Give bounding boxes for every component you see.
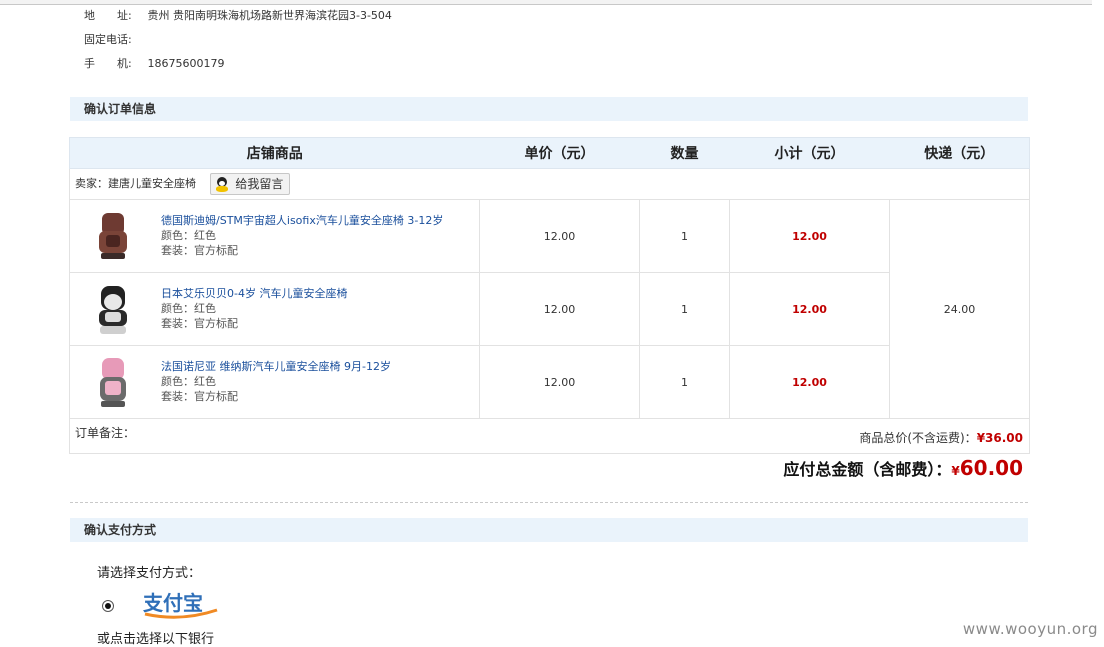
product-color: 颜色：红色 xyxy=(161,302,216,315)
table-row: 日本艾乐贝贝0-4岁 汽车儿童安全座椅 颜色：红色 套装：官方标配 12.00 … xyxy=(69,272,1030,346)
product-package: 套装：官方标配 xyxy=(161,244,238,257)
unit-price: 12.00 xyxy=(479,345,640,419)
remark-cell: 订单备注： 商品总价(不含运费)：¥36.00 xyxy=(69,418,1030,454)
alipay-logo-text: 支付宝 xyxy=(143,591,203,615)
subtotal: 12.00 xyxy=(729,199,890,273)
product-color: 颜色：红色 xyxy=(161,229,216,242)
product-cell: 法国诺尼亚 维纳斯汽车儿童安全座椅 9月-12岁 颜色：红色 套装：官方标配 xyxy=(69,345,480,419)
quantity: 1 xyxy=(639,199,730,273)
seller-name: 卖家：建唐儿童安全座椅 xyxy=(75,177,196,190)
section-divider xyxy=(70,502,1028,503)
product-cell: 德国斯迪姆/STM宇宙超人isofix汽车儿童安全座椅 3-12岁 颜色：红色 … xyxy=(69,199,480,273)
address-label: 地 址: xyxy=(84,9,132,22)
bank-prompt: 或点击选择以下银行 xyxy=(97,632,215,647)
order-table: 店铺商品 单价（元） 数量 小计（元） 快递（元） 卖家：建唐儿童安全座椅 给我… xyxy=(69,137,1030,454)
order-table-header: 店铺商品 单价（元） 数量 小计（元） 快递（元） xyxy=(69,137,1030,169)
product-thumbnail-image[interactable] xyxy=(93,282,133,338)
seller-row: 卖家：建唐儿童安全座椅 给我留言 xyxy=(69,168,1030,200)
product-link[interactable]: 日本艾乐贝贝0-4岁 汽车儿童安全座椅 xyxy=(161,287,347,300)
subtotal: 12.00 xyxy=(729,345,890,419)
unit-price: 12.00 xyxy=(479,272,640,346)
grand-total-value: 60.00 xyxy=(959,456,1023,480)
mobile-label: 手 机: xyxy=(84,57,132,70)
goods-total-value: ¥36.00 xyxy=(976,431,1023,445)
subtotal: 12.00 xyxy=(729,272,890,346)
product-thumbnail-image[interactable] xyxy=(93,355,133,411)
product-cell: 日本艾乐贝贝0-4岁 汽车儿童安全座椅 颜色：红色 套装：官方标配 xyxy=(69,272,480,346)
order-section-header: 确认订单信息 xyxy=(70,97,1028,121)
payment-prompt: 请选择支付方式： xyxy=(97,566,202,581)
mobile-value: 18675600179 xyxy=(147,57,225,70)
phone-row: 固定电话: xyxy=(84,28,392,52)
product-link[interactable]: 德国斯迪姆/STM宇宙超人isofix汽车儿童安全座椅 3-12岁 xyxy=(161,214,443,227)
alipay-radio[interactable] xyxy=(102,600,114,612)
col-header-goods: 店铺商品 xyxy=(69,137,480,169)
col-header-qty: 数量 xyxy=(639,137,730,169)
grand-total-label: 应付总金额（含邮费）： xyxy=(783,460,952,479)
col-header-price: 单价（元） xyxy=(479,137,640,169)
product-package: 套装：官方标配 xyxy=(161,317,238,330)
watermark: www.wooyun.org xyxy=(962,620,1098,638)
phone-label: 固定电话: xyxy=(84,33,132,46)
shipping-fee: 24.00 xyxy=(889,199,1030,419)
quantity: 1 xyxy=(639,272,730,346)
grand-total: 应付总金额（含邮费）：¥60.00 xyxy=(783,456,1023,480)
mobile-row: 手 机: 18675600179 xyxy=(84,52,392,76)
unit-price: 12.00 xyxy=(479,199,640,273)
address-value: 贵州 贵阳南明珠海机场路新世界海滨花园3-3-504 xyxy=(147,9,392,22)
product-link[interactable]: 法国诺尼亚 维纳斯汽车儿童安全座椅 9月-12岁 xyxy=(161,360,391,373)
address-row: 地 址: 贵州 贵阳南明珠海机场路新世界海滨花园3-3-504 xyxy=(84,4,392,28)
shipping-address-block: 地 址: 贵州 贵阳南明珠海机场路新世界海滨花园3-3-504 固定电话: 手 … xyxy=(84,4,392,76)
product-thumbnail-image[interactable] xyxy=(93,209,133,265)
grand-total-currency: ¥ xyxy=(951,464,960,478)
goods-total: 商品总价(不含运费)：¥36.00 xyxy=(859,429,1023,446)
payment-section-header: 确认支付方式 xyxy=(70,518,1028,542)
leave-message-label: 给我留言 xyxy=(235,177,284,191)
col-header-subtotal: 小计（元） xyxy=(729,137,890,169)
seller-cell: 卖家：建唐儿童安全座椅 给我留言 xyxy=(69,168,1030,200)
table-row: 德国斯迪姆/STM宇宙超人isofix汽车儿童安全座椅 3-12岁 颜色：红色 … xyxy=(69,199,1030,419)
order-section-title: 确认订单信息 xyxy=(84,102,157,116)
goods-total-label: 商品总价(不含运费)： xyxy=(859,431,977,445)
quantity: 1 xyxy=(639,345,730,419)
alipay-logo[interactable]: 支付宝 xyxy=(141,588,221,620)
table-row: 法国诺尼亚 维纳斯汽车儿童安全座椅 9月-12岁 颜色：红色 套装：官方标配 1… xyxy=(69,345,1030,419)
leave-message-button[interactable]: 给我留言 xyxy=(209,173,291,195)
qq-icon xyxy=(215,176,229,193)
product-package: 套装：官方标配 xyxy=(161,390,238,403)
product-color: 颜色：红色 xyxy=(161,375,216,388)
col-header-shipping: 快递（元） xyxy=(889,137,1030,169)
payment-section-title: 确认支付方式 xyxy=(84,523,157,537)
order-remark-label: 订单备注： xyxy=(75,426,136,440)
remark-row: 订单备注： 商品总价(不含运费)：¥36.00 xyxy=(69,418,1030,454)
